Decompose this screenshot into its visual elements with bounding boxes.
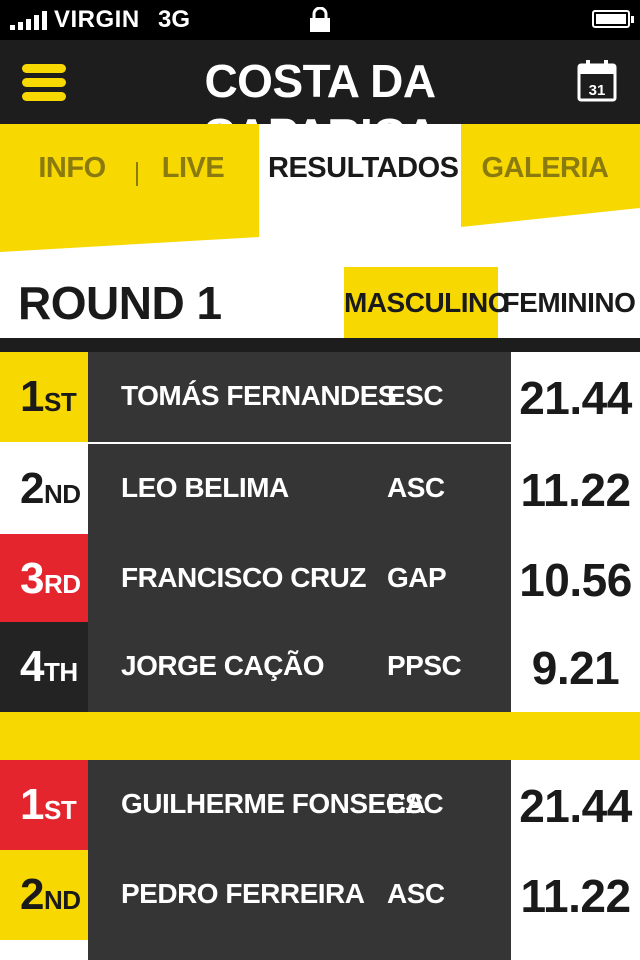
section-tabs: INFO LIVE RESULTADOS GALERIA (0, 124, 640, 252)
place-suffix: ND (43, 885, 81, 915)
result-row[interactable]: 1ST TOMÁS FERNANDES ESC 21.44 (0, 352, 640, 442)
menu-icon[interactable] (22, 64, 66, 102)
heat-separator (0, 712, 640, 760)
club-code: GAP (387, 562, 447, 593)
club-code: ASC (387, 472, 445, 503)
place-number: 1 (20, 780, 44, 829)
lock-icon (310, 7, 330, 32)
score-box: 11.22 (511, 850, 640, 940)
score-box: 11.22 (511, 444, 640, 534)
score: 21.44 (519, 372, 632, 424)
round-title: ROUND 1 (18, 277, 222, 329)
surfer-name: LEO BELIMA (121, 472, 289, 503)
surfer-name: TOMÁS FERNANDES (121, 380, 397, 411)
score: 11.22 (520, 464, 631, 516)
place-suffix: ST (43, 795, 77, 825)
result-row-partial (88, 940, 511, 960)
filter-masculino-label: MASCULINO (344, 287, 510, 318)
place-badge: 3RD (0, 534, 88, 624)
status-bar: VIRGIN 3G (0, 0, 640, 40)
place-number: 2 (20, 870, 44, 919)
score-box: 10.56 (511, 534, 640, 624)
place-number: 2 (20, 464, 44, 513)
place-suffix: ST (43, 387, 77, 417)
place-number: 4 (20, 642, 44, 691)
surfer-name: FRANCISCO CRUZ (121, 562, 367, 593)
score-box: 9.21 (511, 622, 640, 712)
battery-icon (592, 10, 634, 28)
place-suffix: RD (43, 569, 81, 599)
calendar-icon[interactable]: 31 (577, 60, 617, 102)
surfer-name: PEDRO FERREIRA (121, 878, 365, 909)
place-badge: 2ND (0, 444, 88, 534)
club-code: PPSC (387, 650, 462, 681)
round-header-divider (0, 338, 640, 352)
place-badge: 2ND (0, 850, 88, 940)
club-code: ESC (387, 380, 444, 411)
place-suffix: TH (43, 657, 78, 687)
result-row[interactable]: 4TH JORGE CAÇÃO PPSC 9.21 (0, 622, 640, 712)
network-type: 3G (158, 6, 191, 33)
calendar-day-number: 31 (589, 82, 606, 99)
result-row[interactable]: 2ND PEDRO FERREIRA ASC 11.22 (0, 850, 640, 940)
score: 11.22 (520, 870, 631, 922)
surfer-name: GUILHERME FONSECA (121, 788, 426, 819)
result-row[interactable]: 3RD FRANCISCO CRUZ GAP 10.56 (0, 534, 640, 624)
filter-feminino-button[interactable]: FEMININO (498, 267, 640, 338)
filter-feminino-label: FEMININO (502, 287, 636, 318)
result-row[interactable]: 2ND LEO BELIMA ASC 11.22 (0, 444, 640, 534)
place-badge: 4TH (0, 622, 88, 712)
tab-live[interactable]: LIVE (150, 152, 236, 185)
club-code: ASC (387, 878, 445, 909)
navigation-bar: COSTA DA CAPARICA 31 (0, 40, 640, 161)
tabs-background (0, 124, 640, 252)
filter-masculino-button[interactable]: MASCULINO (344, 267, 510, 338)
score: 10.56 (519, 554, 632, 606)
tab-galeria[interactable]: GALERIA (470, 152, 620, 185)
tab-divider (136, 162, 138, 186)
place-badge: 1ST (0, 352, 88, 442)
carrier-name: VIRGIN (54, 6, 140, 33)
score: 21.44 (519, 780, 632, 832)
result-row[interactable]: 1ST GUILHERME FONSECA ESC 21.44 (0, 760, 640, 850)
club-code: ESC (387, 788, 444, 819)
place-number: 1 (20, 372, 44, 421)
surfer-name: JORGE CAÇÃO (121, 650, 324, 681)
place-number: 3 (20, 554, 44, 603)
score-box: 21.44 (511, 760, 640, 850)
tab-info[interactable]: INFO (30, 152, 114, 185)
score-box: 21.44 (511, 352, 640, 442)
place-suffix: ND (43, 479, 81, 509)
signal-strength-icon (10, 10, 50, 30)
place-badge: 1ST (0, 760, 88, 850)
score: 9.21 (531, 642, 620, 694)
tab-resultados[interactable]: RESULTADOS (268, 152, 459, 185)
